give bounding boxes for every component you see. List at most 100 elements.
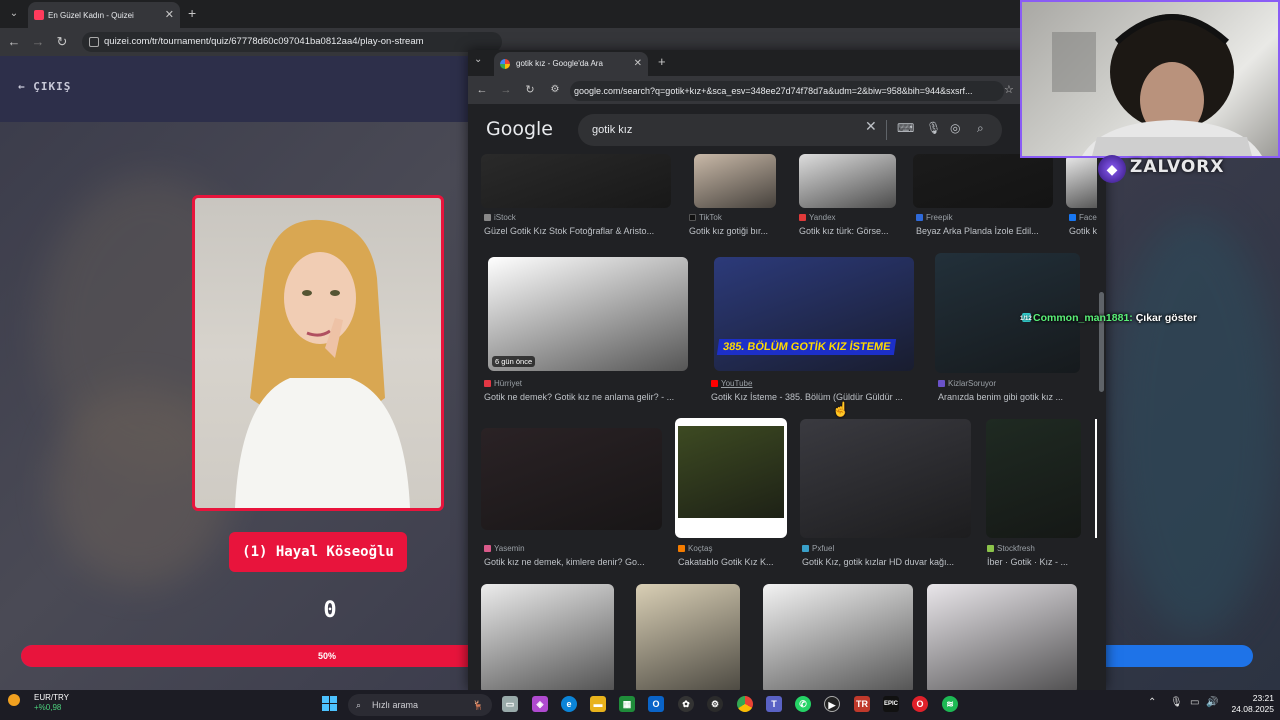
result-image[interactable] (799, 154, 896, 208)
result-image[interactable] (986, 419, 1081, 538)
popup-forward-icon[interactable]: → (496, 76, 516, 104)
clock-time: 23:21 (1252, 693, 1274, 703)
store-icon[interactable]: ▦ (619, 696, 635, 712)
result-image[interactable] (927, 584, 1077, 690)
spotify-icon[interactable]: ≋ (942, 696, 958, 712)
chrome-icon[interactable] (737, 696, 753, 712)
app-tr-icon[interactable]: TR (854, 696, 870, 712)
result-source[interactable]: Koçtaş (678, 544, 712, 553)
media-player-icon[interactable]: ▶ (824, 696, 840, 712)
result-caption[interactable]: Gotik kız gotiği bır... (689, 226, 781, 236)
result-source[interactable]: Hürriyet (484, 379, 522, 388)
result-image[interactable] (675, 418, 787, 538)
file-explorer-icon[interactable]: ▬ (590, 696, 606, 712)
tune-icon[interactable]: ⚙ (545, 76, 565, 104)
google-logo[interactable]: Google (486, 118, 553, 140)
result-caption[interactable]: Aranızda benim gibi gotik kız ... (938, 392, 1078, 402)
result-image[interactable] (636, 584, 740, 690)
start-button[interactable] (322, 696, 338, 712)
epic-games-icon[interactable]: EPIC (883, 696, 899, 712)
tray-chevron-icon[interactable]: ⌃ (1148, 697, 1156, 708)
search-icon[interactable]: ⌕ (977, 121, 984, 136)
candidate-name-button[interactable]: (1) Hayal Köseoğlu (229, 532, 407, 572)
lens-camera-icon[interactable]: ◎ (950, 121, 960, 135)
result-caption[interactable]: Beyaz Arka Planda İzole Edil... (916, 226, 1052, 236)
whatsapp-icon[interactable]: ✆ (795, 696, 811, 712)
exit-button[interactable]: ← ÇIKIŞ (18, 80, 71, 93)
source-label: Pxfuel (812, 544, 835, 553)
result-caption[interactable]: Gotik ne demek? Gotik kız ne anlama geli… (484, 392, 692, 402)
result-image[interactable] (481, 584, 614, 690)
result-image[interactable] (481, 428, 662, 530)
results-scrollbar[interactable] (1097, 154, 1106, 690)
forward-icon[interactable]: → (28, 28, 48, 56)
tab-google-search[interactable]: gotik kız - Google'da Ara ✕ (494, 52, 648, 76)
result-source[interactable]: Yasemin (484, 544, 525, 553)
result-image[interactable] (800, 419, 971, 538)
result-source[interactable]: Freepik (916, 213, 953, 222)
popup-back-icon[interactable]: ← (472, 76, 492, 104)
result-caption[interactable]: Gotik Kız, gotik kızlar HD duvar kağı... (802, 557, 968, 567)
new-tab-icon[interactable]: + (188, 5, 196, 21)
result-caption[interactable]: Gotik k (1069, 226, 1097, 236)
result-image[interactable] (913, 154, 1053, 208)
tab-search-icon[interactable]: ⌄ (6, 6, 22, 22)
keyboard-icon[interactable]: ⌨ (897, 121, 914, 135)
candidate-photo[interactable] (192, 195, 444, 511)
result-image[interactable] (694, 154, 776, 208)
popup-url-field[interactable]: google.com/search?q=gotik+kız+&sca_esv=3… (570, 81, 1004, 101)
result-caption[interactable]: Cakatablo Gotik Kız K... (678, 557, 784, 567)
result-image[interactable] (1066, 154, 1097, 208)
result-caption[interactable]: Gotik Kız İsteme - 385. Bölüm (Güldür Gü… (711, 392, 919, 402)
result-image[interactable]: 6 gün önce (488, 257, 688, 371)
chatgpt-icon[interactable]: ✿ (678, 696, 694, 712)
result-image[interactable]: 385. BÖLÜM GOTİK KIZ İSTEME (714, 257, 914, 371)
mouse-pointer-icon: ☝ (832, 401, 850, 417)
result-source[interactable]: KizlarSoruyor (938, 379, 996, 388)
close-tab-icon[interactable]: ✕ (165, 8, 174, 21)
back-icon[interactable]: ← (4, 28, 24, 56)
woman-portrait-image (235, 219, 410, 508)
settings-icon[interactable]: ⚙ (707, 696, 723, 712)
volume-tray-icon[interactable]: 🔊 (1206, 697, 1218, 708)
mic-tray-icon[interactable]: 🎙 (1170, 697, 1183, 708)
opera-icon[interactable]: O (912, 696, 928, 712)
site-info-icon[interactable] (89, 37, 99, 47)
result-source[interactable]: iStock (484, 213, 516, 222)
popup-tab-search-icon[interactable]: ⌄ (474, 54, 482, 65)
result-source[interactable]: Yandex (799, 213, 836, 222)
result-source[interactable]: Stockfresh (987, 544, 1035, 553)
popup-reload-icon[interactable]: ↻ (520, 76, 540, 104)
result-source[interactable]: TikTok (689, 213, 722, 222)
result-caption[interactable]: İber · Gotik · Kız - ... (987, 557, 1081, 567)
channel-name: ZALVORX (1130, 157, 1225, 177)
result-caption[interactable]: Güzel Gotik Kız Stok Fotoğraflar & Arist… (484, 226, 680, 236)
tab-quizei[interactable]: En Güzel Kadın - Quizei ✕ (28, 2, 180, 28)
copilot-icon[interactable]: ◈ (532, 696, 548, 712)
main-url-field[interactable]: quizei.com/tr/tournament/quiz/67778d60c0… (82, 32, 502, 52)
result-source[interactable]: YouTube (711, 379, 752, 388)
popup-new-tab-icon[interactable]: + (658, 54, 666, 69)
outlook-icon[interactable]: O (648, 696, 664, 712)
taskbar-clock[interactable]: 23:21 24.08.2025 (1222, 693, 1274, 715)
result-source[interactable]: Pxfuel (802, 544, 834, 553)
result-image[interactable] (481, 154, 671, 208)
clear-search-icon[interactable]: ✕ (865, 118, 877, 135)
edge-icon[interactable]: e (561, 696, 577, 712)
display-tray-icon[interactable]: ▭ (1190, 697, 1199, 708)
currency-widget[interactable]: EUR/TRY +%0,98 (18, 693, 69, 713)
result-source[interactable]: Face (1069, 213, 1097, 222)
taskbar-search[interactable]: ⌕ Hızlı arama 🦌 (348, 694, 492, 716)
teams-icon[interactable]: T (766, 696, 782, 712)
ticker-name: EUR/TRY (34, 693, 69, 702)
close-popup-tab-icon[interactable]: ✕ (634, 52, 642, 76)
source-label: Face (1079, 213, 1097, 222)
bookmark-star-icon[interactable]: ☆ (1004, 83, 1014, 96)
task-view-icon[interactable]: ▭ (502, 696, 518, 712)
result-caption[interactable]: Gotik kız ne demek, kimlere denir? Go... (484, 557, 660, 567)
scrollbar-thumb[interactable] (1099, 292, 1104, 392)
result-image[interactable] (763, 584, 913, 690)
reload-icon[interactable]: ↻ (52, 28, 72, 56)
result-caption[interactable]: Gotik kız türk: Görse... (799, 226, 899, 236)
microphone-icon[interactable]: 🎙 (926, 121, 941, 135)
